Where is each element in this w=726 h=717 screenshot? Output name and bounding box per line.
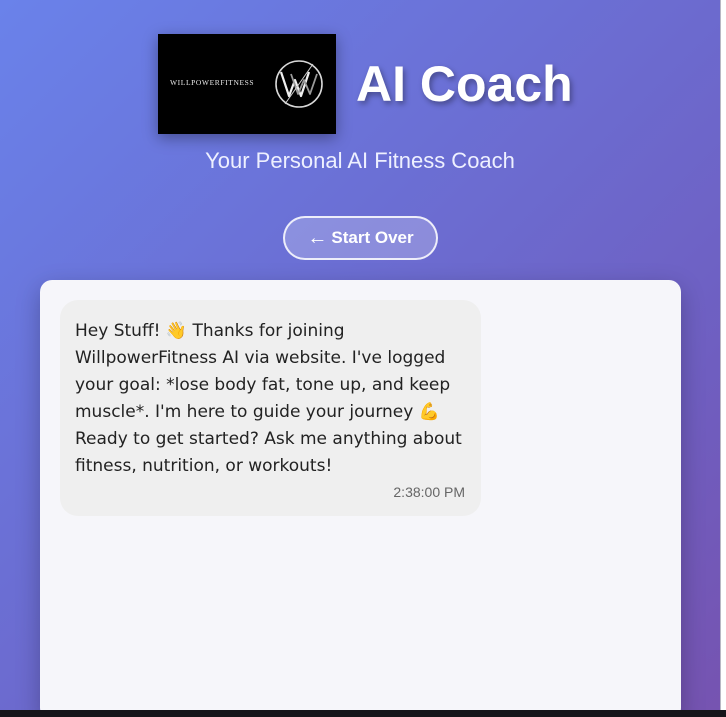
chat-panel: Hey Stuff! 👋 Thanks for joining Willpowe… — [40, 280, 681, 717]
start-over-label: Start Over — [331, 228, 414, 247]
message-timestamp: 2:38:00 PM — [393, 484, 465, 500]
willpowerfitness-logo: WILLPOWERFITNESS — [158, 34, 336, 134]
app-page: WILLPOWERFITNESS AI Coach Your Personal … — [0, 0, 720, 717]
page-title: AI Coach — [356, 56, 573, 112]
message-text: Hey Stuff! 👋 Thanks for joining Willpowe… — [75, 321, 462, 476]
page-subtitle: Your Personal AI Fitness Coach — [205, 148, 515, 173]
ww-monogram-icon — [275, 60, 323, 108]
arrow-left-icon: ← — [307, 227, 328, 249]
ai-message-bubble: Hey Stuff! 👋 Thanks for joining Willpowe… — [60, 300, 481, 516]
logo-wordmark: WILLPOWERFITNESS — [170, 78, 255, 87]
window-bottom-edge — [0, 710, 726, 717]
header: WILLPOWERFITNESS AI Coach — [158, 34, 573, 134]
scrollbar-track[interactable] — [720, 0, 726, 717]
start-over-button[interactable]: ← Start Over — [283, 216, 438, 260]
